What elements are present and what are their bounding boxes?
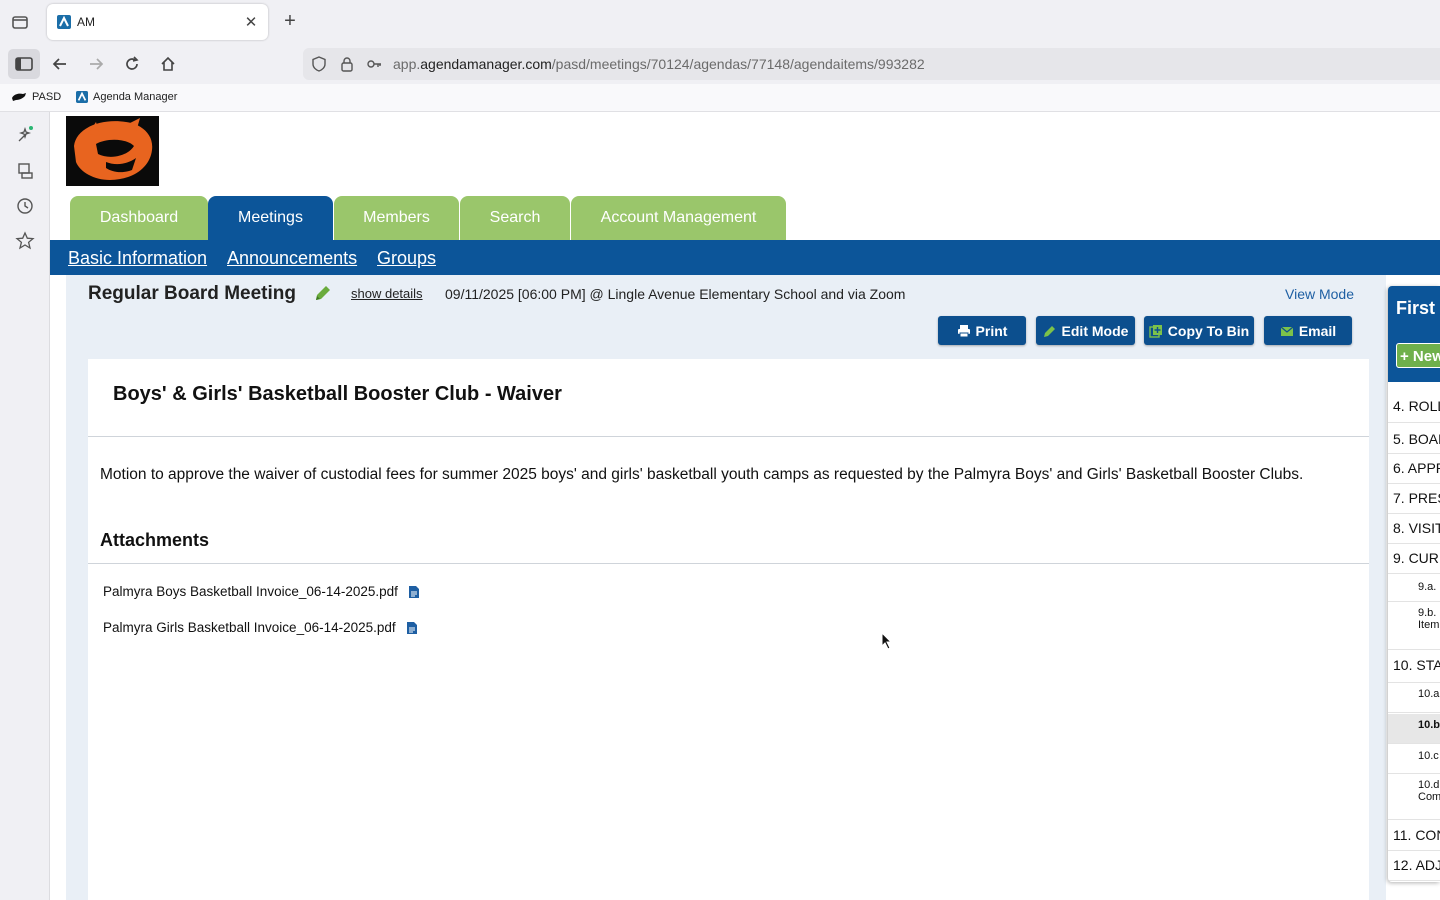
synced-tabs-icon[interactable] [15, 161, 35, 181]
browser-nav-bar: app.agendamanager.com/pasd/meetings/7012… [0, 44, 1440, 84]
envelope-icon [1280, 326, 1294, 336]
address-bar[interactable]: app.agendamanager.com/pasd/meetings/7012… [303, 48, 1440, 80]
panther-icon [12, 93, 26, 101]
key-icon[interactable] [366, 56, 382, 72]
agenda-manager-favicon-icon [57, 15, 71, 29]
attachments-heading: Attachments [100, 530, 210, 550]
tab-list-icon[interactable] [10, 12, 30, 32]
lock-icon[interactable] [339, 56, 355, 72]
email-button[interactable]: Email [1264, 316, 1352, 345]
copy-add-icon [1149, 324, 1162, 338]
attachment-item[interactable]: Palmyra Boys Basketball Invoice_06-14-20… [103, 584, 420, 599]
agenda-outline-row[interactable]: 9.a. [1388, 576, 1440, 602]
print-button[interactable]: Print [938, 316, 1026, 345]
agenda-outline-row[interactable]: 10.d Com [1388, 774, 1440, 820]
forward-icon[interactable] [86, 54, 106, 74]
shield-icon[interactable] [311, 56, 327, 72]
agenda-panel-header: First + New [1388, 286, 1440, 382]
agenda-outline-panel: First + New 4. ROLL5. BOAR6. APPR7. PRES… [1388, 286, 1440, 882]
tab-dashboard[interactable]: Dashboard [70, 196, 208, 240]
ai-sparkle-icon[interactable] [15, 125, 35, 145]
subnav-announcements[interactable]: Announcements [227, 248, 357, 269]
edit-mode-button[interactable]: Edit Mode [1036, 316, 1135, 345]
copy-to-bin-button[interactable]: Copy To Bin [1144, 316, 1254, 345]
agenda-manager-favicon-icon [76, 91, 88, 103]
agenda-outline-row[interactable]: 7. PRES [1388, 484, 1440, 514]
view-mode-link[interactable]: View Mode [1285, 286, 1354, 302]
agenda-item-card: Boys' & Girls' Basketball Booster Club -… [88, 359, 1369, 900]
pencil-icon [1043, 325, 1055, 337]
back-icon[interactable] [50, 54, 70, 74]
document-icon[interactable] [406, 621, 418, 635]
new-tab-icon[interactable]: + [280, 10, 300, 33]
agenda-outline-row[interactable]: 10.a [1388, 683, 1440, 713]
home-icon[interactable] [158, 54, 178, 74]
bookmark-pasd[interactable]: PASD [11, 91, 61, 103]
bookmarks-star-icon[interactable] [15, 231, 35, 251]
url-text: app.agendamanager.com/pasd/meetings/7012… [393, 56, 925, 72]
agenda-outline-row[interactable]: 4. ROLL [1388, 392, 1440, 423]
browser-sidebar [0, 112, 50, 900]
printer-icon [957, 324, 970, 337]
mouse-cursor-icon [881, 632, 893, 650]
show-details-link[interactable]: show details [351, 286, 423, 301]
new-item-button[interactable]: + New [1396, 343, 1440, 368]
reload-icon[interactable] [122, 54, 142, 74]
agenda-item-title: Boys' & Girls' Basketball Booster Club -… [113, 383, 562, 405]
agenda-outline-row[interactable]: 8. VISIT [1388, 514, 1440, 544]
divider [88, 563, 1369, 564]
tab-title: AM [77, 15, 95, 29]
subnav-basic-information[interactable]: Basic Information [68, 248, 207, 269]
meeting-title: Regular Board Meeting [88, 283, 296, 304]
bookmark-agenda-manager[interactable]: Agenda Manager [76, 91, 177, 103]
sub-navigation: Basic Information Announcements Groups [50, 240, 1440, 275]
meeting-date-location: 09/11/2025 [06:00 PM] @ Lingle Avenue El… [445, 286, 906, 302]
agenda-outline-row[interactable]: 9.b. Item [1388, 602, 1440, 650]
agenda-outline-row[interactable]: 10.c [1388, 745, 1440, 774]
document-icon[interactable] [408, 585, 420, 599]
subnav-groups[interactable]: Groups [377, 248, 436, 269]
sidebar-toggle-icon[interactable] [8, 49, 40, 79]
agenda-outline-row[interactable]: 12. ADJ [1388, 851, 1440, 881]
district-logo [66, 116, 159, 186]
history-icon[interactable] [15, 196, 35, 216]
tab-members[interactable]: Members [334, 196, 459, 240]
agenda-outline-row[interactable]: 10.b [1388, 714, 1440, 744]
agenda-outline-row[interactable]: 5. BOAR [1388, 425, 1440, 454]
agenda-panel-title: First [1396, 298, 1436, 318]
browser-tab-bar: AM ✕ + [0, 0, 1440, 44]
agenda-outline-row[interactable]: 10. STA [1388, 651, 1440, 683]
tab-search[interactable]: Search [460, 196, 570, 240]
tab-account-management[interactable]: Account Management [571, 196, 786, 240]
agenda-outline-row[interactable]: 6. APPR [1388, 454, 1440, 484]
bookmarks-bar: PASD Agenda Manager [0, 84, 1440, 112]
agenda-outline-row[interactable]: 11. CON [1388, 821, 1440, 851]
edit-pencil-icon[interactable] [313, 283, 333, 303]
close-tab-icon[interactable]: ✕ [242, 13, 260, 31]
motion-text: Motion to approve the waiver of custodia… [100, 466, 1304, 483]
attachment-item[interactable]: Palmyra Girls Basketball Invoice_06-14-2… [103, 620, 418, 635]
tab-meetings[interactable]: Meetings [208, 196, 333, 240]
agenda-outline-row[interactable]: 9. CURR [1388, 544, 1440, 574]
browser-tab[interactable]: AM ✕ [47, 4, 268, 40]
divider [88, 436, 1369, 437]
